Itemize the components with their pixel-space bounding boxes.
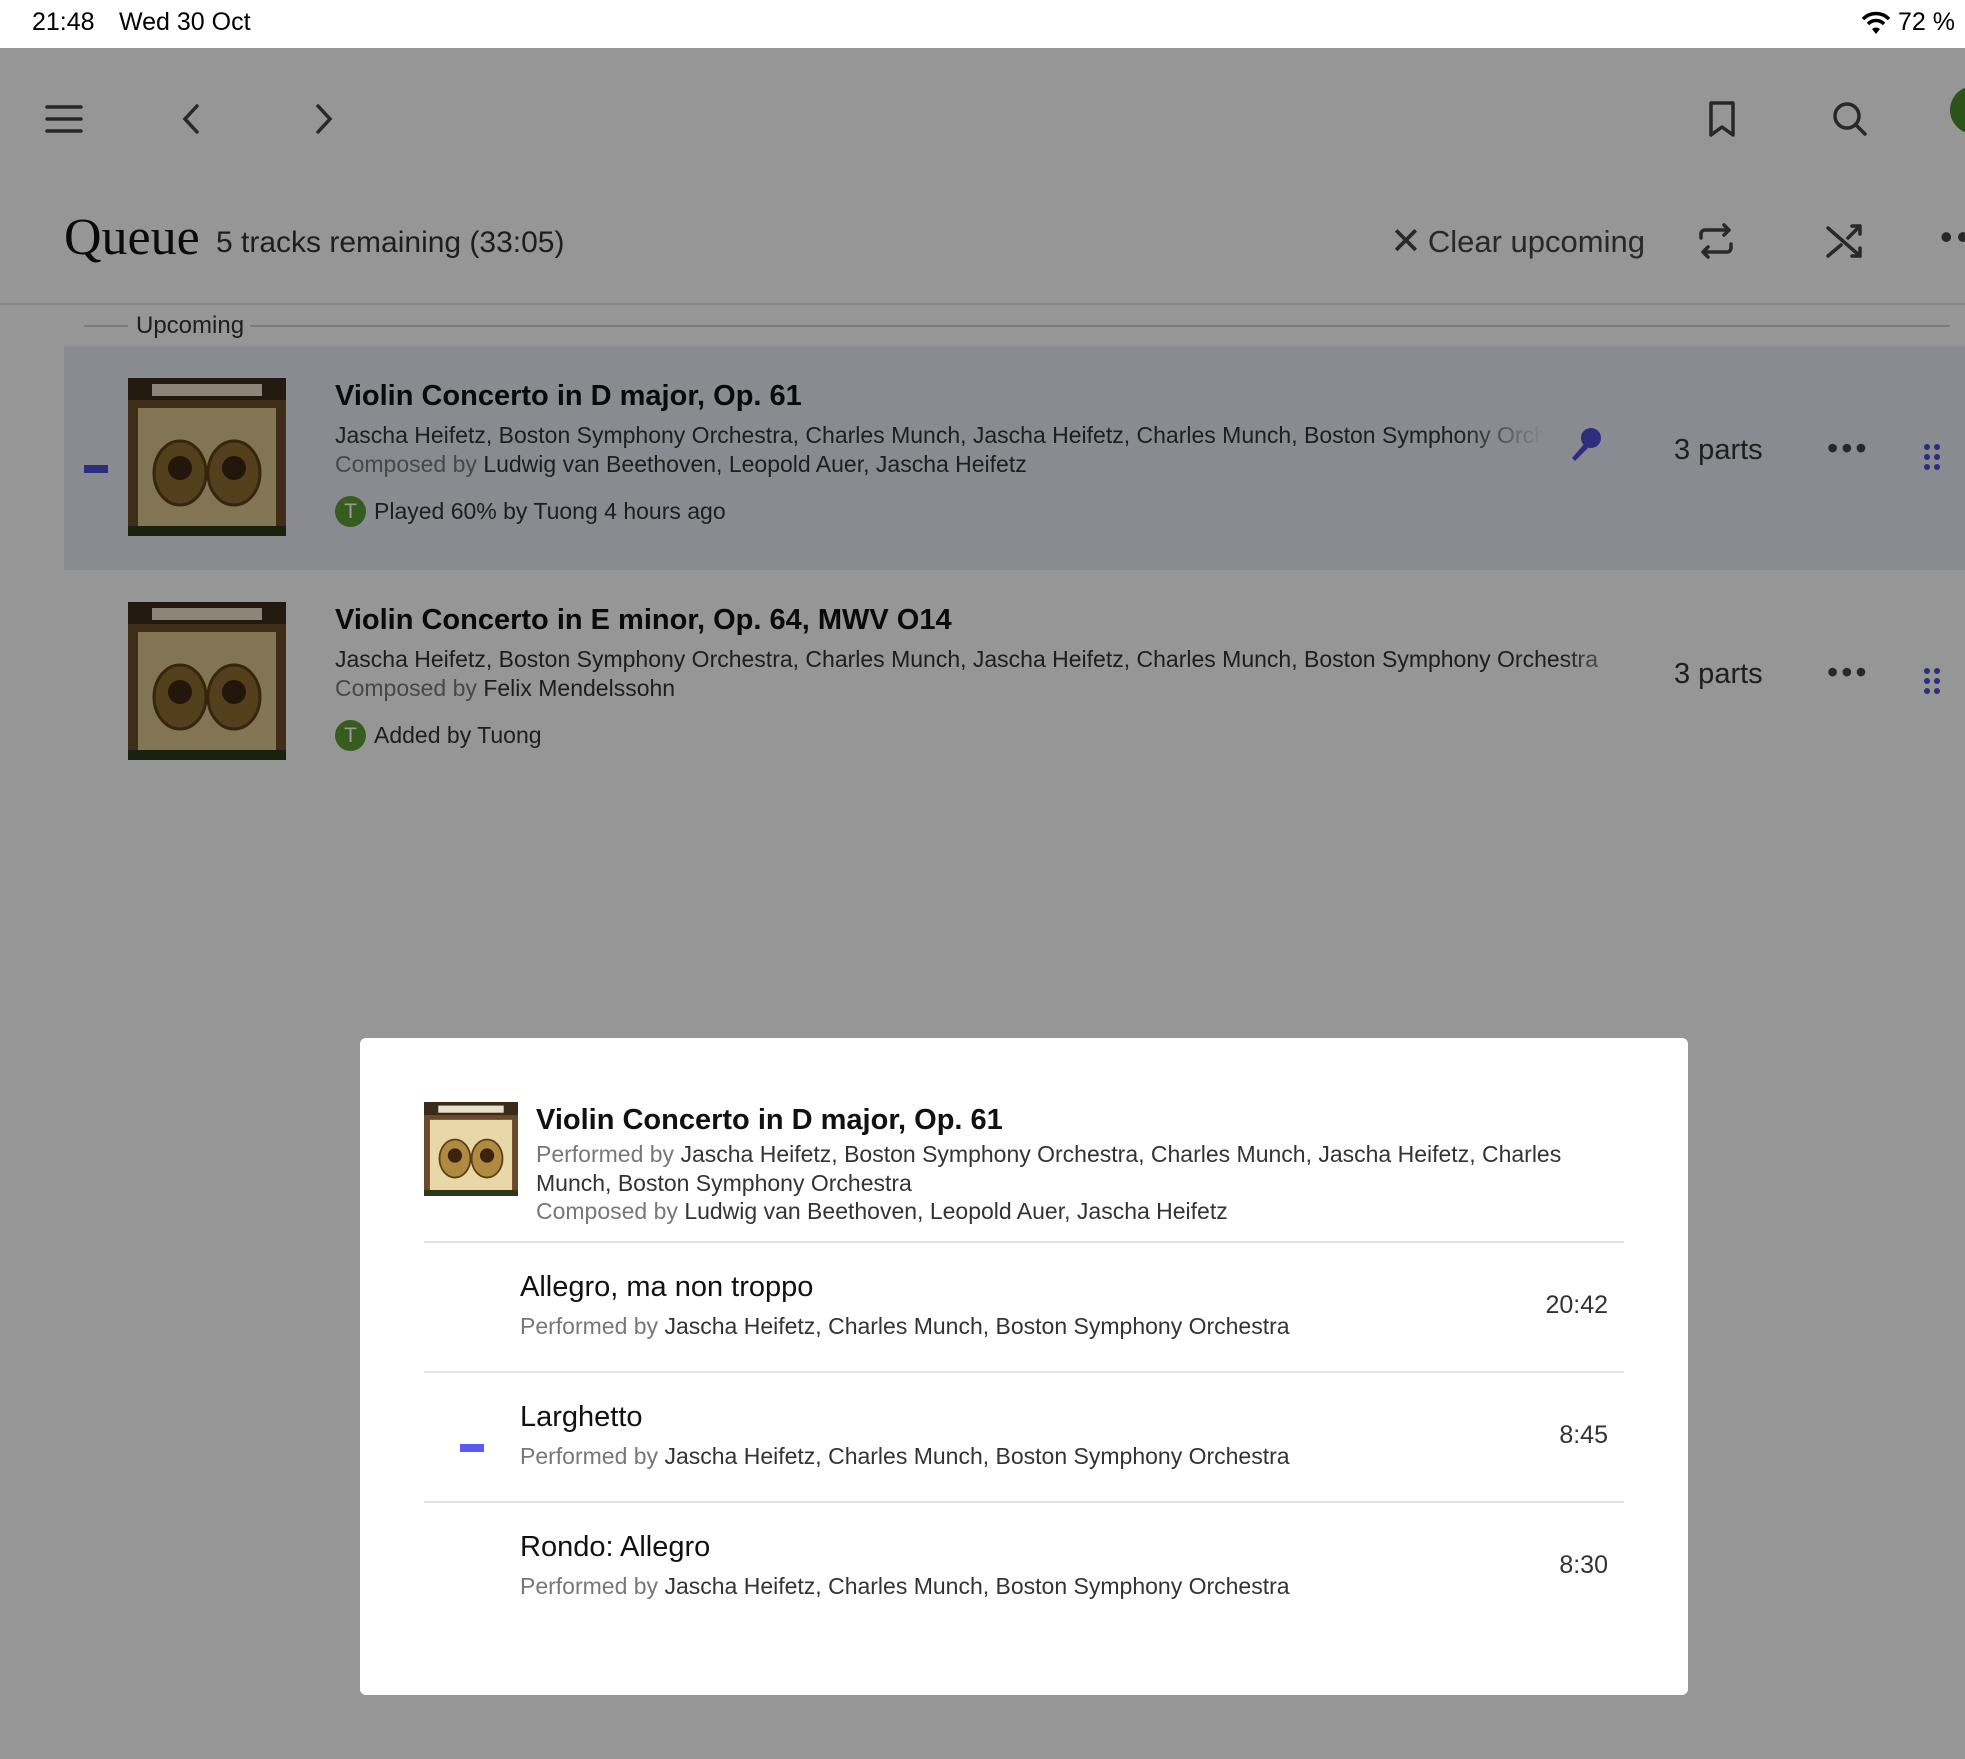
part-row[interactable]: Rondo: Allegro Performed by Jascha Heife…: [424, 1503, 1624, 1631]
part-duration: 20:42: [1545, 1291, 1608, 1319]
part-performers-line: Performed by Jascha Heifetz, Charles Mun…: [520, 1443, 1290, 1470]
dialog-composers: Ludwig van Beethoven, Leopold Auer, Jasc…: [684, 1198, 1228, 1224]
composed-prefix: Composed by: [536, 1198, 678, 1224]
dialog-composers-line: Composed by Ludwig van Beethoven, Leopol…: [536, 1198, 1228, 1225]
part-performers: Jascha Heifetz, Charles Munch, Boston Sy…: [664, 1573, 1290, 1599]
track-parts-dialog: Violin Concerto in D major, Op. 61 Perfo…: [360, 1038, 1688, 1695]
part-row[interactable]: Allegro, ma non troppo Performed by Jasc…: [424, 1243, 1624, 1371]
part-duration: 8:30: [1559, 1551, 1608, 1579]
battery-level: 72 %: [1898, 8, 1955, 36]
status-bar: 21:48 Wed 30 Oct 72 %: [0, 0, 1965, 48]
performed-prefix: Performed by: [520, 1443, 659, 1469]
part-performers: Jascha Heifetz, Charles Munch, Boston Sy…: [664, 1443, 1290, 1469]
part-performers-line: Performed by Jascha Heifetz, Charles Mun…: [520, 1313, 1290, 1340]
wifi-icon: [1860, 10, 1892, 36]
part-performers-line: Performed by Jascha Heifetz, Charles Mun…: [520, 1573, 1290, 1600]
dialog-title: Violin Concerto in D major, Op. 61: [536, 1104, 1003, 1136]
now-playing-indicator: [460, 1444, 484, 1452]
album-art: [424, 1102, 518, 1196]
performed-prefix: Performed by: [536, 1141, 675, 1167]
part-duration: 8:45: [1559, 1421, 1608, 1449]
dialog-performers: Jascha Heifetz, Boston Symphony Orchestr…: [536, 1141, 1562, 1196]
status-time: 21:48: [32, 8, 95, 36]
status-date: Wed 30 Oct: [119, 8, 251, 36]
performed-prefix: Performed by: [520, 1573, 659, 1599]
part-row[interactable]: Larghetto Performed by Jascha Heifetz, C…: [424, 1373, 1624, 1501]
part-title: Rondo: Allegro: [520, 1531, 711, 1563]
part-title: Allegro, ma non troppo: [520, 1271, 814, 1303]
dialog-performers-line: Performed by Jascha Heifetz, Boston Symp…: [536, 1140, 1596, 1198]
part-title: Larghetto: [520, 1401, 643, 1433]
performed-prefix: Performed by: [520, 1313, 659, 1339]
part-performers: Jascha Heifetz, Charles Munch, Boston Sy…: [664, 1313, 1290, 1339]
